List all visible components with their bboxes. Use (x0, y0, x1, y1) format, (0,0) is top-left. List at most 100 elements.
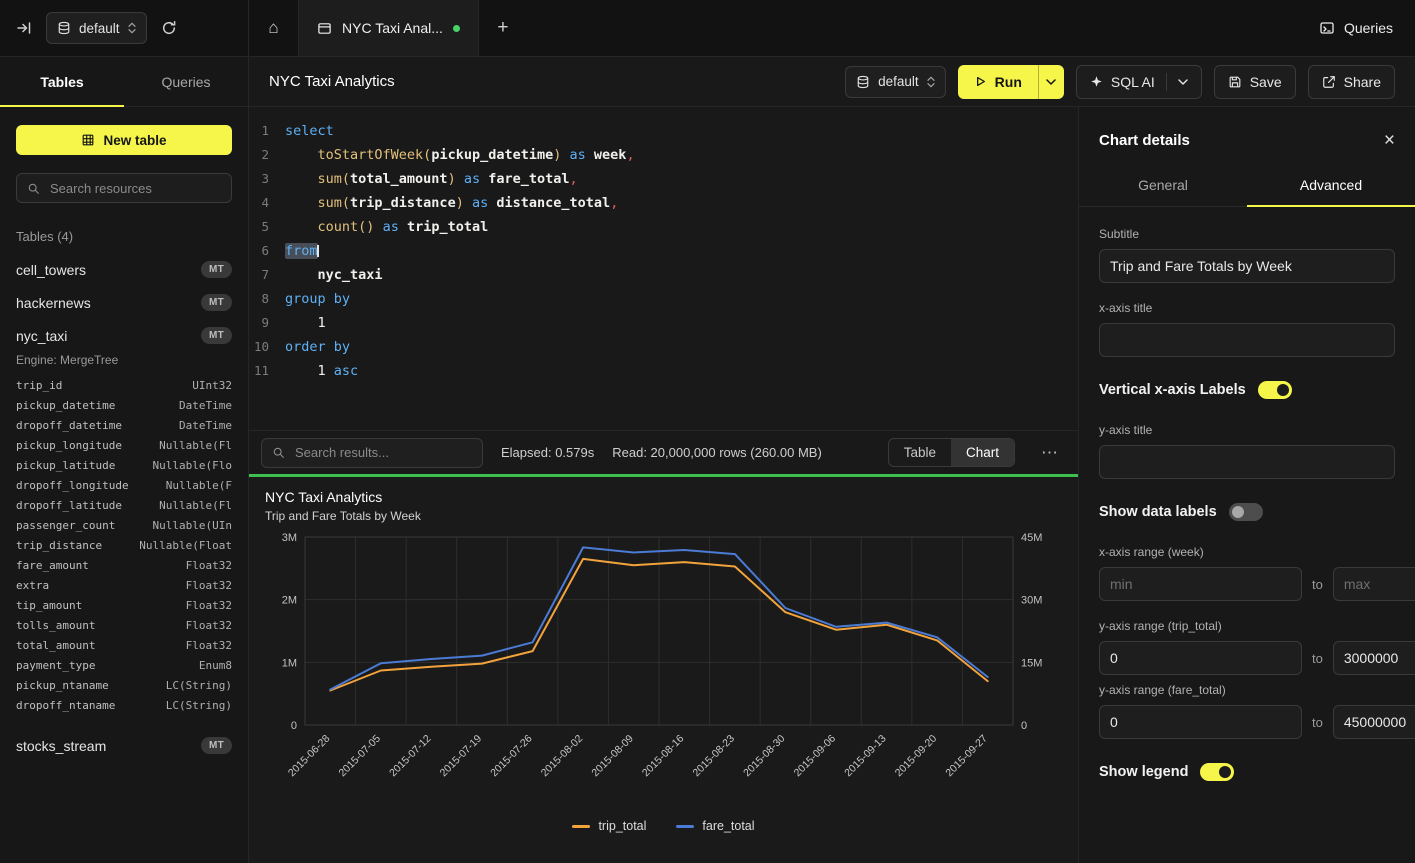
x-axis-title-input[interactable] (1099, 323, 1395, 357)
column-name: payment_type (16, 659, 95, 672)
new-table-button[interactable]: New table (16, 125, 232, 155)
column-row[interactable]: pickup_latitudeNullable(Flo (0, 455, 248, 475)
results-search-input[interactable] (293, 444, 472, 461)
table-row[interactable]: hackernewsMT (0, 286, 248, 319)
svg-text:2015-07-12: 2015-07-12 (387, 733, 434, 780)
query-database-selector[interactable]: default (845, 66, 946, 98)
column-row[interactable]: pickup_longitudeNullable(Fl (0, 435, 248, 455)
save-button[interactable]: Save (1214, 65, 1296, 99)
legend-item[interactable]: fare_total (676, 819, 754, 833)
sidebar-tab-tables[interactable]: Tables (0, 57, 124, 106)
subtitle-input[interactable] (1099, 249, 1395, 283)
run-options-button[interactable] (1038, 65, 1064, 99)
column-row[interactable]: fare_amountFloat32 (0, 555, 248, 575)
table-row[interactable]: nyc_taxiMT (0, 319, 248, 352)
subtitle-label: Subtitle (1099, 227, 1395, 241)
more-options-icon[interactable]: ⋯ (1033, 443, 1066, 463)
chart-section: NYC Taxi Analytics Trip and Fare Totals … (249, 477, 1078, 863)
refresh-icon[interactable] (161, 20, 177, 36)
vertical-x-labels-toggle[interactable] (1258, 381, 1292, 399)
column-row[interactable]: tip_amountFloat32 (0, 595, 248, 615)
view-toggle-chart[interactable]: Chart (951, 439, 1014, 466)
updown-chevron-icon (128, 22, 136, 34)
column-row[interactable]: passenger_countNullable(UIn (0, 515, 248, 535)
queries-button[interactable]: Queries (1319, 20, 1393, 36)
columns-list: trip_idUInt32pickup_datetimeDateTimedrop… (0, 375, 248, 729)
results-search[interactable] (261, 438, 483, 468)
panel-header: Chart details × (1079, 107, 1415, 165)
column-type: Nullable(Flo (153, 459, 232, 472)
updown-chevron-icon (927, 76, 935, 88)
code-text: group by (285, 287, 350, 311)
column-row[interactable]: dropoff_longitudeNullable(F (0, 475, 248, 495)
column-row[interactable]: pickup_datetimeDateTime (0, 395, 248, 415)
database-selector[interactable]: default (46, 12, 147, 44)
svg-text:3M: 3M (282, 532, 297, 544)
y-range-fare-max-input[interactable] (1333, 705, 1415, 739)
y-range-trip-min-input[interactable] (1099, 641, 1302, 675)
svg-text:0: 0 (291, 720, 297, 732)
code-line[interactable]: 11 1 asc (249, 359, 1078, 383)
collapse-sidebar-icon[interactable] (16, 20, 32, 36)
legend-item[interactable]: trip_total (572, 819, 646, 833)
column-row[interactable]: pickup_ntanameLC(String) (0, 675, 248, 695)
column-row[interactable]: payment_typeEnum8 (0, 655, 248, 675)
column-row[interactable]: tolls_amountFloat32 (0, 615, 248, 635)
table-row[interactable]: cell_towersMT (0, 253, 248, 286)
sql-editor[interactable]: 1select2 toStartOfWeek(pickup_datetime) … (249, 107, 1078, 430)
code-line[interactable]: 6from (249, 239, 1078, 263)
chevron-down-icon[interactable] (1178, 79, 1188, 85)
tab-general[interactable]: General (1079, 165, 1247, 206)
code-line[interactable]: 4 sum(trip_distance) as distance_total, (249, 191, 1078, 215)
code-line[interactable]: 9 1 (249, 311, 1078, 335)
svg-text:2015-08-16: 2015-08-16 (640, 733, 687, 780)
database-icon (57, 21, 71, 35)
code-text: order by (285, 335, 350, 359)
resources-search[interactable] (16, 173, 232, 203)
y-range-trip-max-input[interactable] (1333, 641, 1415, 675)
new-tab-button[interactable]: + (479, 0, 527, 56)
code-line[interactable]: 7 nyc_taxi (249, 263, 1078, 287)
line-number: 10 (249, 335, 285, 359)
svg-text:45M: 45M (1021, 532, 1042, 544)
sidebar-tab-queries[interactable]: Queries (124, 57, 248, 106)
column-row[interactable]: trip_idUInt32 (0, 375, 248, 395)
show-data-labels-toggle[interactable] (1229, 503, 1263, 521)
x-range-min-input[interactable] (1099, 567, 1302, 601)
code-line[interactable]: 5 count() as trip_total (249, 215, 1078, 239)
view-toggle-table[interactable]: Table (889, 439, 951, 466)
run-button[interactable]: Run (958, 65, 1038, 99)
y-axis-title-input[interactable] (1099, 445, 1395, 479)
code-line[interactable]: 3 sum(total_amount) as fare_total, (249, 167, 1078, 191)
engine-badge: MT (201, 737, 232, 754)
column-name: fare_amount (16, 559, 89, 572)
close-icon[interactable]: × (1384, 131, 1395, 150)
code-line[interactable]: 1select (249, 119, 1078, 143)
share-button[interactable]: Share (1308, 65, 1395, 99)
tab-nyc-taxi-analytics[interactable]: NYC Taxi Anal... (299, 0, 479, 56)
svg-text:2015-08-23: 2015-08-23 (691, 733, 738, 780)
x-range-max-input[interactable] (1333, 567, 1415, 601)
home-tab[interactable]: ⌂ (249, 0, 299, 56)
column-row[interactable]: extraFloat32 (0, 575, 248, 595)
sql-ai-button[interactable]: SQL AI (1076, 65, 1202, 99)
code-line[interactable]: 10order by (249, 335, 1078, 359)
table-row[interactable]: stocks_streamMT (0, 729, 248, 762)
column-row[interactable]: trip_distanceNullable(Float (0, 535, 248, 555)
show-legend-toggle[interactable] (1200, 763, 1234, 781)
column-row[interactable]: total_amountFloat32 (0, 635, 248, 655)
chart-title: NYC Taxi Analytics (265, 489, 1062, 505)
column-row[interactable]: dropoff_latitudeNullable(Fl (0, 495, 248, 515)
column-row[interactable]: dropoff_ntanameLC(String) (0, 695, 248, 715)
unsaved-dot (453, 25, 460, 32)
code-line[interactable]: 2 toStartOfWeek(pickup_datetime) as week… (249, 143, 1078, 167)
column-type: Float32 (186, 599, 232, 612)
column-row[interactable]: dropoff_datetimeDateTime (0, 415, 248, 435)
tab-advanced[interactable]: Advanced (1247, 165, 1415, 206)
page-title: NYC Taxi Analytics (269, 73, 395, 90)
sql-ai-label: SQL AI (1111, 74, 1155, 90)
code-line[interactable]: 8group by (249, 287, 1078, 311)
y-range-fare-min-input[interactable] (1099, 705, 1302, 739)
table-engine-label: Engine: MergeTree (0, 352, 248, 375)
resources-search-input[interactable] (48, 180, 221, 197)
